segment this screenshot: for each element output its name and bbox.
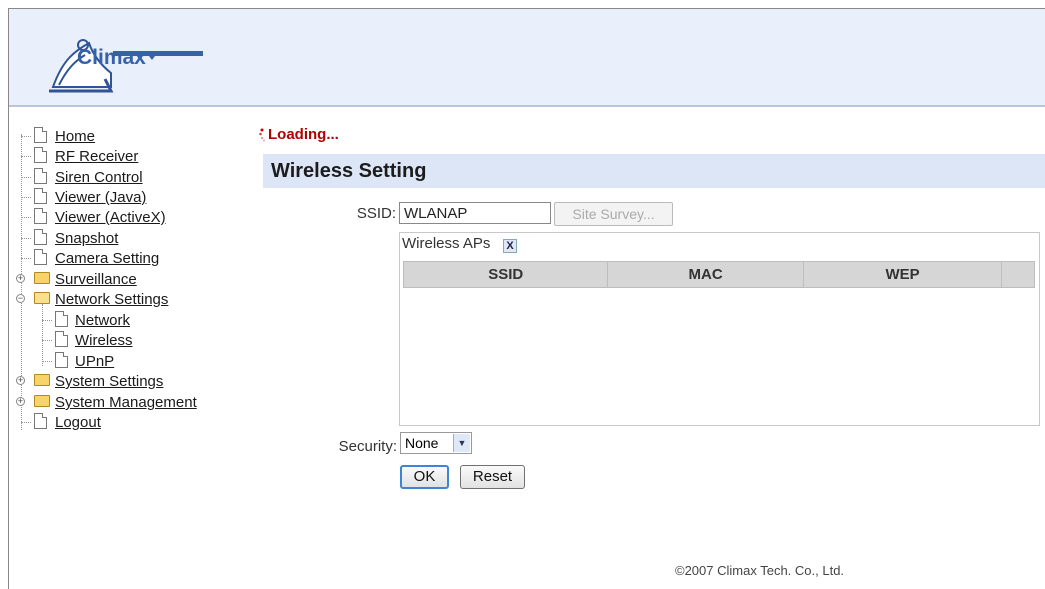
site-survey-button[interactable]: Site Survey...: [554, 202, 673, 226]
nav-link-camera-setting[interactable]: Camera Setting: [55, 250, 159, 267]
nav-link-viewer-java[interactable]: Viewer (Java): [55, 189, 146, 206]
open-folder-icon: [34, 292, 50, 304]
nav-link-snapshot[interactable]: Snapshot: [55, 230, 118, 247]
page-icon: [34, 229, 47, 245]
ssid-input[interactable]: [399, 202, 551, 224]
page-icon: [34, 413, 47, 429]
page-title: Wireless Setting: [271, 160, 427, 182]
loading-text: Loading...: [268, 126, 339, 143]
page-icon: [34, 188, 47, 204]
page-icon: [34, 208, 47, 224]
ok-button[interactable]: OK: [400, 465, 449, 489]
wireless-aps-label: Wireless APs: [402, 235, 491, 252]
folder-icon: [34, 272, 50, 284]
spinner-icon: [259, 128, 265, 142]
chevron-down-icon[interactable]: ▼: [453, 434, 470, 452]
nav-link-surveillance[interactable]: Surveillance: [55, 271, 137, 288]
page-icon: [55, 311, 68, 327]
aps-table: SSID MAC WEP: [402, 261, 1035, 288]
page-icon: [55, 331, 68, 347]
subtree-connector: [42, 304, 43, 366]
copyright-footer: ©2007 Climax Tech. Co., Ltd.: [675, 563, 845, 578]
nav-link-viewer-activex[interactable]: Viewer (ActiveX): [55, 209, 166, 226]
column-header-mac[interactable]: MAC: [607, 261, 804, 288]
security-value: None: [405, 435, 439, 451]
loading-indicator: Loading...: [259, 126, 339, 143]
close-icon[interactable]: X: [503, 239, 517, 253]
expand-icon[interactable]: +: [16, 376, 25, 385]
expand-icon[interactable]: +: [16, 274, 25, 283]
page-icon: [34, 127, 47, 143]
wireless-aps-panel: Wireless APs X SSID MAC WEP: [399, 232, 1040, 426]
page-icon: [34, 249, 47, 265]
page-icon: [34, 168, 47, 184]
nav-link-system-management[interactable]: System Management: [55, 394, 197, 411]
brand-name: Climax: [77, 46, 146, 69]
nav-link-system-settings[interactable]: System Settings: [55, 373, 163, 390]
expand-icon[interactable]: +: [16, 397, 25, 406]
security-select[interactable]: None ▼: [400, 432, 472, 454]
nav-link-rf-receiver[interactable]: RF Receiver: [55, 148, 138, 165]
collapse-icon[interactable]: −: [16, 294, 25, 303]
page-icon: [34, 147, 47, 163]
page-icon: [55, 352, 68, 368]
section-header: Wireless Setting: [263, 154, 1045, 188]
nav-link-network[interactable]: Network: [75, 312, 130, 329]
nav-link-upnp[interactable]: UPnP: [75, 353, 114, 370]
nav-link-wireless[interactable]: Wireless: [75, 332, 133, 349]
folder-icon: [34, 374, 50, 386]
column-header-ssid[interactable]: SSID: [402, 261, 609, 288]
nav-link-home[interactable]: Home: [55, 128, 95, 145]
security-label: Security:: [338, 438, 397, 455]
nav-link-logout[interactable]: Logout: [55, 414, 101, 431]
column-header-blank: [1001, 261, 1035, 288]
header-banner: Climax: [9, 9, 1045, 107]
nav-link-network-settings[interactable]: Network Settings: [55, 291, 168, 308]
ssid-label: SSID:: [356, 205, 396, 222]
nav-link-siren-control[interactable]: Siren Control: [55, 169, 143, 186]
reset-button[interactable]: Reset: [460, 465, 525, 489]
column-header-wep[interactable]: WEP: [802, 261, 1003, 288]
folder-icon: [34, 395, 50, 407]
